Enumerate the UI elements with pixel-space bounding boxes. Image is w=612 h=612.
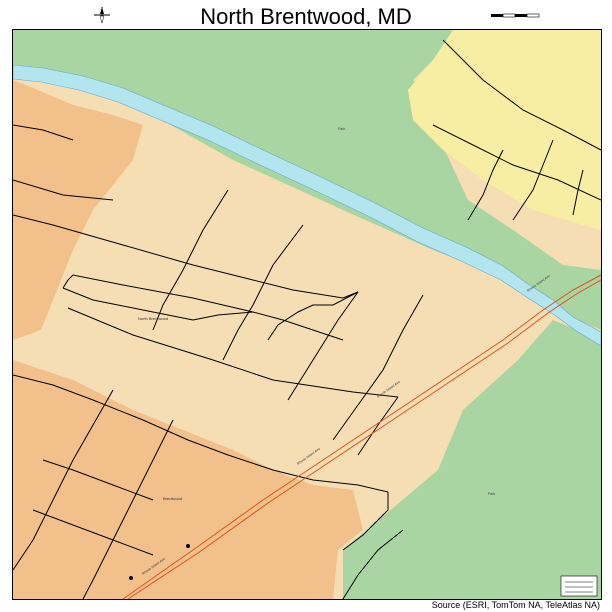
park-label: Park — [488, 492, 495, 496]
marker-dot — [129, 576, 133, 580]
map-canvas[interactable]: North Brentwood Brentwood Park Park Rhod… — [12, 29, 602, 600]
place-label: North Brentwood — [138, 316, 168, 321]
legend-box — [560, 575, 598, 597]
source-credit: Source (ESRI, TomTom NA, TeleAtlas NA) — [431, 600, 600, 610]
north-arrow-icon — [94, 7, 110, 24]
marker-dot — [186, 544, 190, 548]
place-label: Brentwood — [163, 496, 182, 501]
scale-bar-icon — [491, 13, 540, 18]
park-label: Park — [338, 127, 345, 131]
